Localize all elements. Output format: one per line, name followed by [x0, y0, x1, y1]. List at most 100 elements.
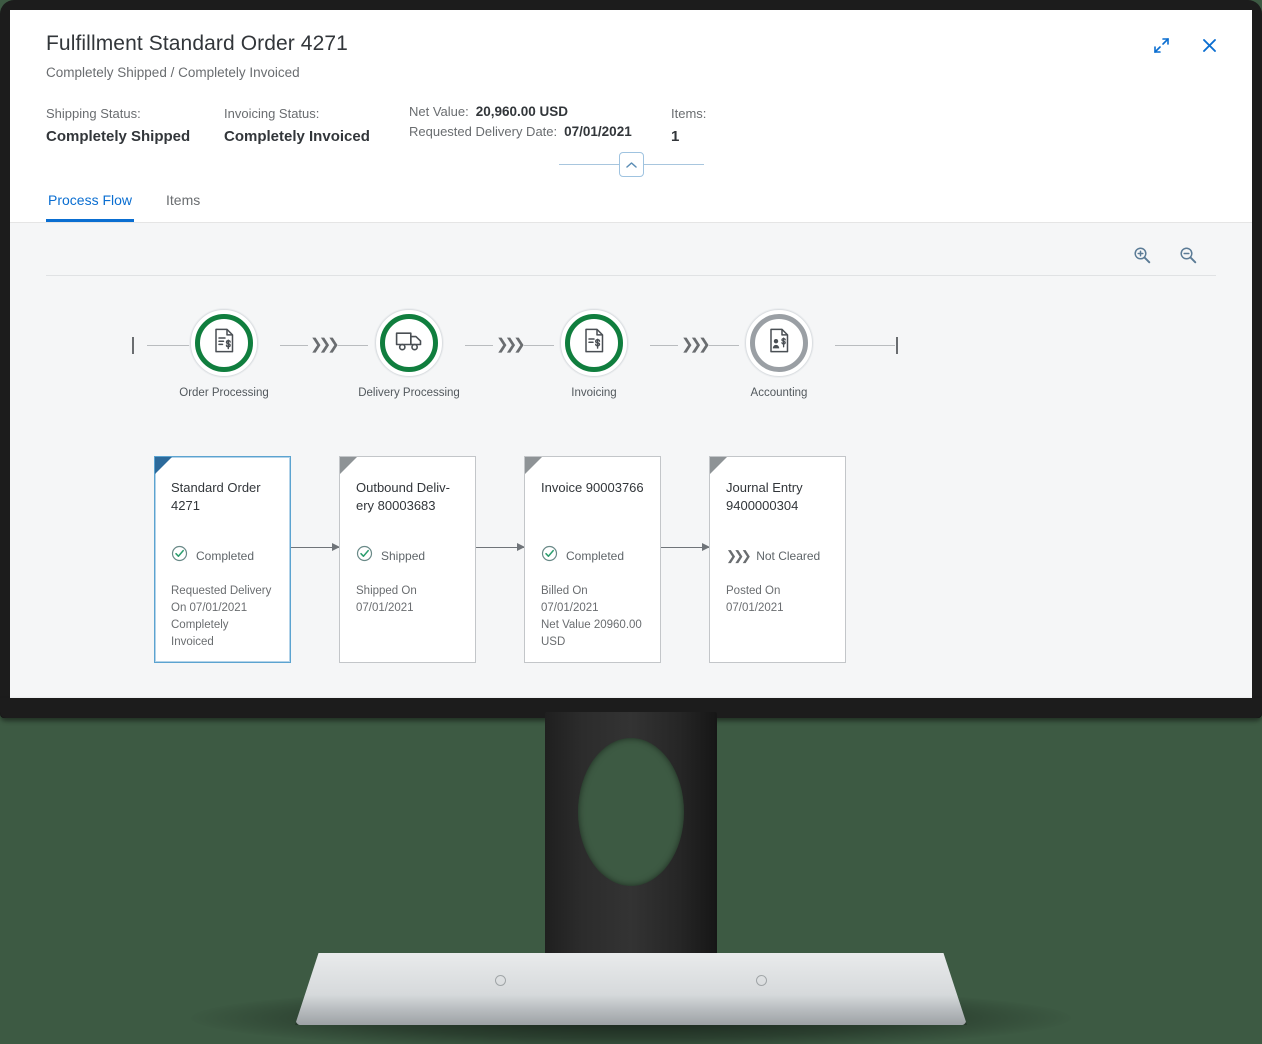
flow-node-label: Order Processing: [179, 387, 269, 399]
monitor-base: [295, 953, 967, 1025]
flow-node-delivery-processing[interactable]: Delivery Processing: [358, 309, 460, 399]
invoicing-status-label: Invoicing Status:: [224, 106, 320, 121]
process-flow-content: ❯❯❯ ❯❯❯ ❯❯❯ Order Processing Delivery Pr…: [10, 223, 1252, 700]
flow-node-label: Delivery Processing: [358, 387, 460, 399]
invoicing-status-value: Completely Invoiced: [224, 128, 370, 145]
card-detail-line: Requested Delivery: [171, 585, 272, 597]
fact-items: Items: 1: [671, 104, 706, 148]
monitor-neck-cutout: [578, 738, 684, 886]
document-card-invoice[interactable]: Invoice 90003766 Completed Billed On 07/…: [524, 456, 661, 663]
card-status: Shipped: [356, 545, 461, 567]
lane-line-1b: [338, 345, 368, 346]
requested-delivery-label: Requested Delivery Date:: [409, 124, 558, 139]
fact-net-value-and-date: Net Value: 20,960.00 USD Requested Deliv…: [409, 104, 671, 139]
tab-items[interactable]: Items: [164, 182, 202, 222]
card-fold-corner-icon: [525, 457, 542, 474]
card-detail-line: On 07/01/2021: [171, 602, 248, 614]
monitor-screen: Fulfillment Standard Order 4271 Complete…: [10, 10, 1252, 700]
requested-delivery-value: 07/01/2021: [564, 124, 632, 139]
flow-node-label: Invoicing: [571, 387, 617, 399]
lane-chevron-2: ❯❯❯: [496, 336, 526, 353]
flow-lane: ❯❯❯ ❯❯❯ ❯❯❯ Order Processing Delivery Pr…: [110, 299, 900, 409]
card-detail-line: 07/01/2021: [726, 602, 784, 614]
card-detail: Shipped On 07/01/2021: [356, 583, 461, 617]
lane-chevron-3: ❯❯❯: [681, 336, 711, 353]
page-subtitle: Completely Shipped / Completely Invoiced: [46, 65, 300, 80]
monitor-neck: [545, 712, 717, 964]
lane-line-3b: [709, 345, 739, 346]
monitor-frame: Fulfillment Standard Order 4271 Complete…: [0, 0, 1262, 718]
order-document-icon: [213, 328, 236, 358]
fact-net-value: Net Value: 20,960.00 USD: [409, 104, 671, 119]
fullscreen-icon[interactable]: [1148, 32, 1174, 58]
card-detail-line: Invoiced: [171, 636, 214, 648]
page-title: Fulfillment Standard Order 4271: [46, 32, 348, 55]
check-circle-icon: [541, 545, 558, 567]
invoice-document-icon: [583, 328, 606, 358]
card-title: Invoice 90003766: [541, 480, 644, 495]
document-card-standard-order[interactable]: Standard Order 4271 Completed Requested …: [154, 456, 291, 663]
card-detail: Requested Delivery On 07/01/2021 Complet…: [171, 583, 276, 651]
document-cards-row: Standard Order 4271 Completed Requested …: [154, 456, 846, 663]
card-detail: Posted On 07/01/2021: [726, 583, 831, 617]
card-status-text: Shipped: [381, 549, 426, 563]
card-status: Completed: [171, 545, 276, 567]
lane-start-cap: [132, 337, 134, 354]
close-icon[interactable]: [1196, 32, 1222, 58]
app-header: Fulfillment Standard Order 4271 Complete…: [10, 10, 1252, 223]
zoom-in-icon[interactable]: [1130, 243, 1154, 267]
flow-node-label: Accounting: [750, 387, 808, 399]
card-fold-corner-icon: [340, 457, 357, 474]
tab-bar: Process Flow Items: [46, 182, 202, 222]
card-status: ❯❯❯ Not Cleared: [726, 547, 831, 565]
chevrons-icon: ❯❯❯: [726, 548, 752, 563]
card-status-text: Completed: [196, 549, 255, 563]
base-dot-right: [756, 975, 767, 986]
shipping-status-value: Completely Shipped: [46, 128, 191, 145]
card-detail-line: Billed On: [541, 585, 588, 597]
card-status-text: Completed: [566, 549, 625, 563]
header-facts: Shipping Status: Completely Shipped Invo…: [46, 104, 1216, 148]
collapse-line-left: [558, 164, 619, 165]
card-fold-corner-icon: [155, 457, 172, 474]
card-detail-line: Net Value 20960.00: [541, 619, 642, 631]
flow-node-order-processing[interactable]: Order Processing: [179, 309, 269, 399]
lane-line-2a: [465, 345, 493, 346]
fact-invoicing-status: Invoicing Status: Completely Invoiced: [224, 104, 409, 148]
document-card-outbound-delivery[interactable]: Outbound Deliv-ery 80003683 Shipped Ship…: [339, 456, 476, 663]
card-status-text: Not Cleared: [756, 549, 821, 563]
card-title: Standard Order 4271: [171, 480, 261, 513]
fact-requested-delivery-date: Requested Delivery Date: 07/01/2021: [409, 124, 671, 139]
lane-chevron-1: ❯❯❯: [310, 336, 340, 353]
net-value-value: 20,960.00 USD: [475, 104, 569, 119]
items-label: Items:: [671, 106, 707, 121]
flow-node-invoicing[interactable]: Invoicing: [558, 309, 630, 399]
check-circle-icon: [356, 545, 373, 567]
card-fold-corner-icon: [710, 457, 727, 474]
check-circle-icon: [171, 545, 188, 567]
card-connector-1: [291, 456, 340, 663]
node-ring-gray: [745, 309, 813, 377]
card-title: Outbound Deliv-ery 80003683: [356, 480, 450, 513]
card-detail-line: Posted On: [726, 585, 781, 597]
node-ring-green: [190, 309, 258, 377]
collapse-header-button[interactable]: [618, 152, 644, 177]
delivery-truck-icon: [395, 330, 423, 357]
card-detail-line: Completely: [171, 619, 229, 631]
flow-node-accounting[interactable]: Accounting: [743, 309, 815, 399]
tab-process-flow[interactable]: Process Flow: [46, 182, 135, 222]
card-detail: Billed On 07/01/2021 Net Value 20960.00 …: [541, 583, 646, 651]
card-detail-line: USD: [541, 636, 566, 648]
items-count: 1: [671, 128, 680, 145]
zoom-out-icon[interactable]: [1176, 243, 1200, 267]
card-detail-line: 07/01/2021: [356, 602, 414, 614]
lane-line-end: [835, 345, 895, 346]
flow-toolbar: [1130, 243, 1200, 267]
lane-line-3a: [650, 345, 678, 346]
toolbar-divider: [46, 275, 1216, 276]
document-card-journal-entry[interactable]: Journal Entry 9400000304 ❯❯❯ Not Cleared…: [709, 456, 846, 663]
collapse-header-bar: [10, 152, 1252, 177]
shipping-status-label: Shipping Status:: [46, 106, 141, 121]
node-ring-green: [560, 309, 628, 377]
card-title: Journal Entry 9400000304: [726, 480, 803, 513]
